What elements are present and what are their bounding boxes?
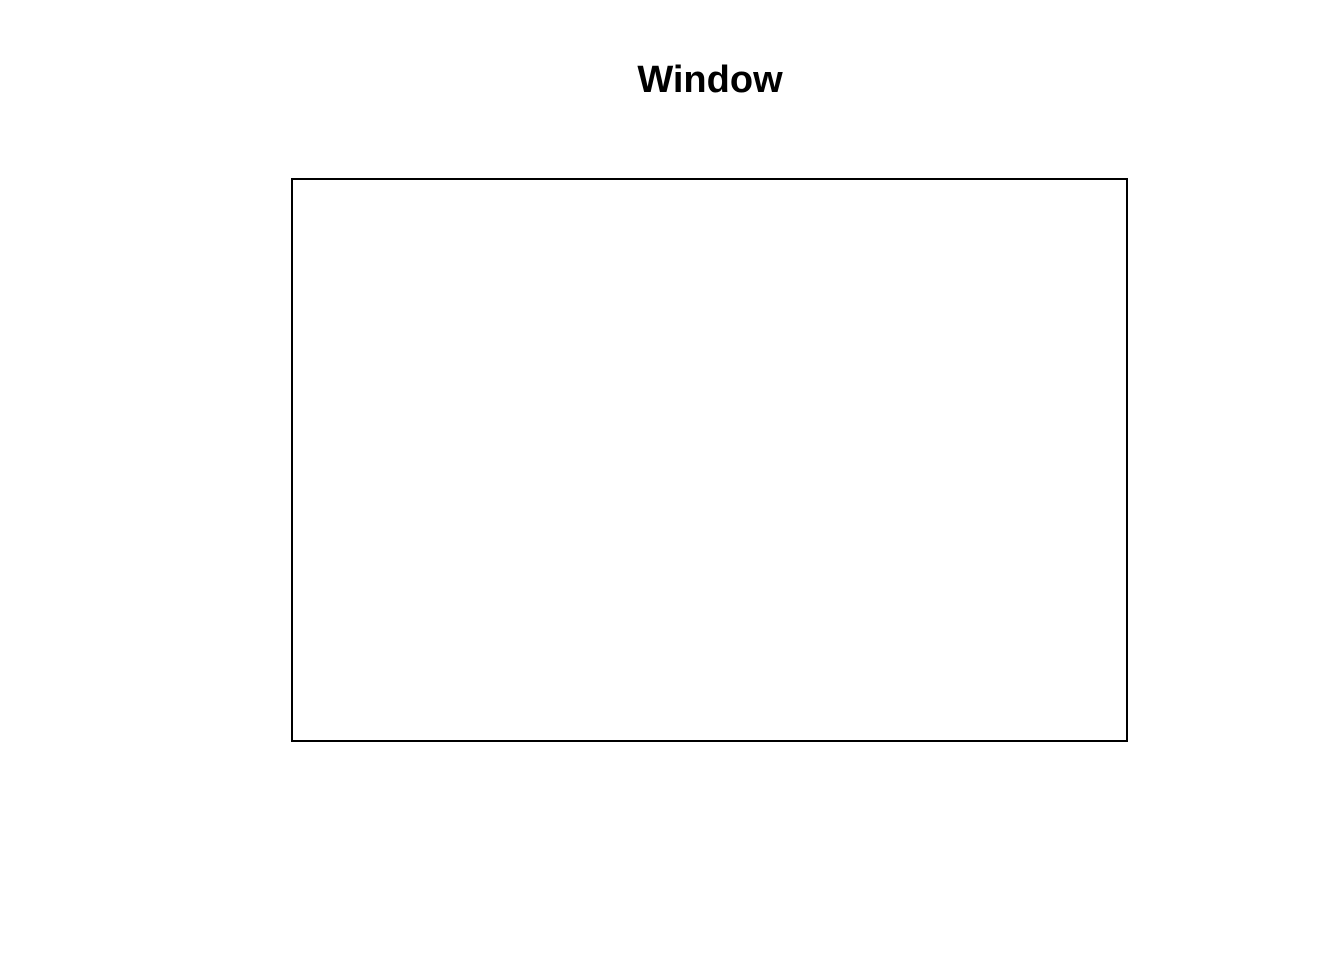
page: Window [0, 0, 1344, 960]
window-title: Window [637, 59, 783, 101]
window-frame[interactable] [291, 178, 1128, 742]
